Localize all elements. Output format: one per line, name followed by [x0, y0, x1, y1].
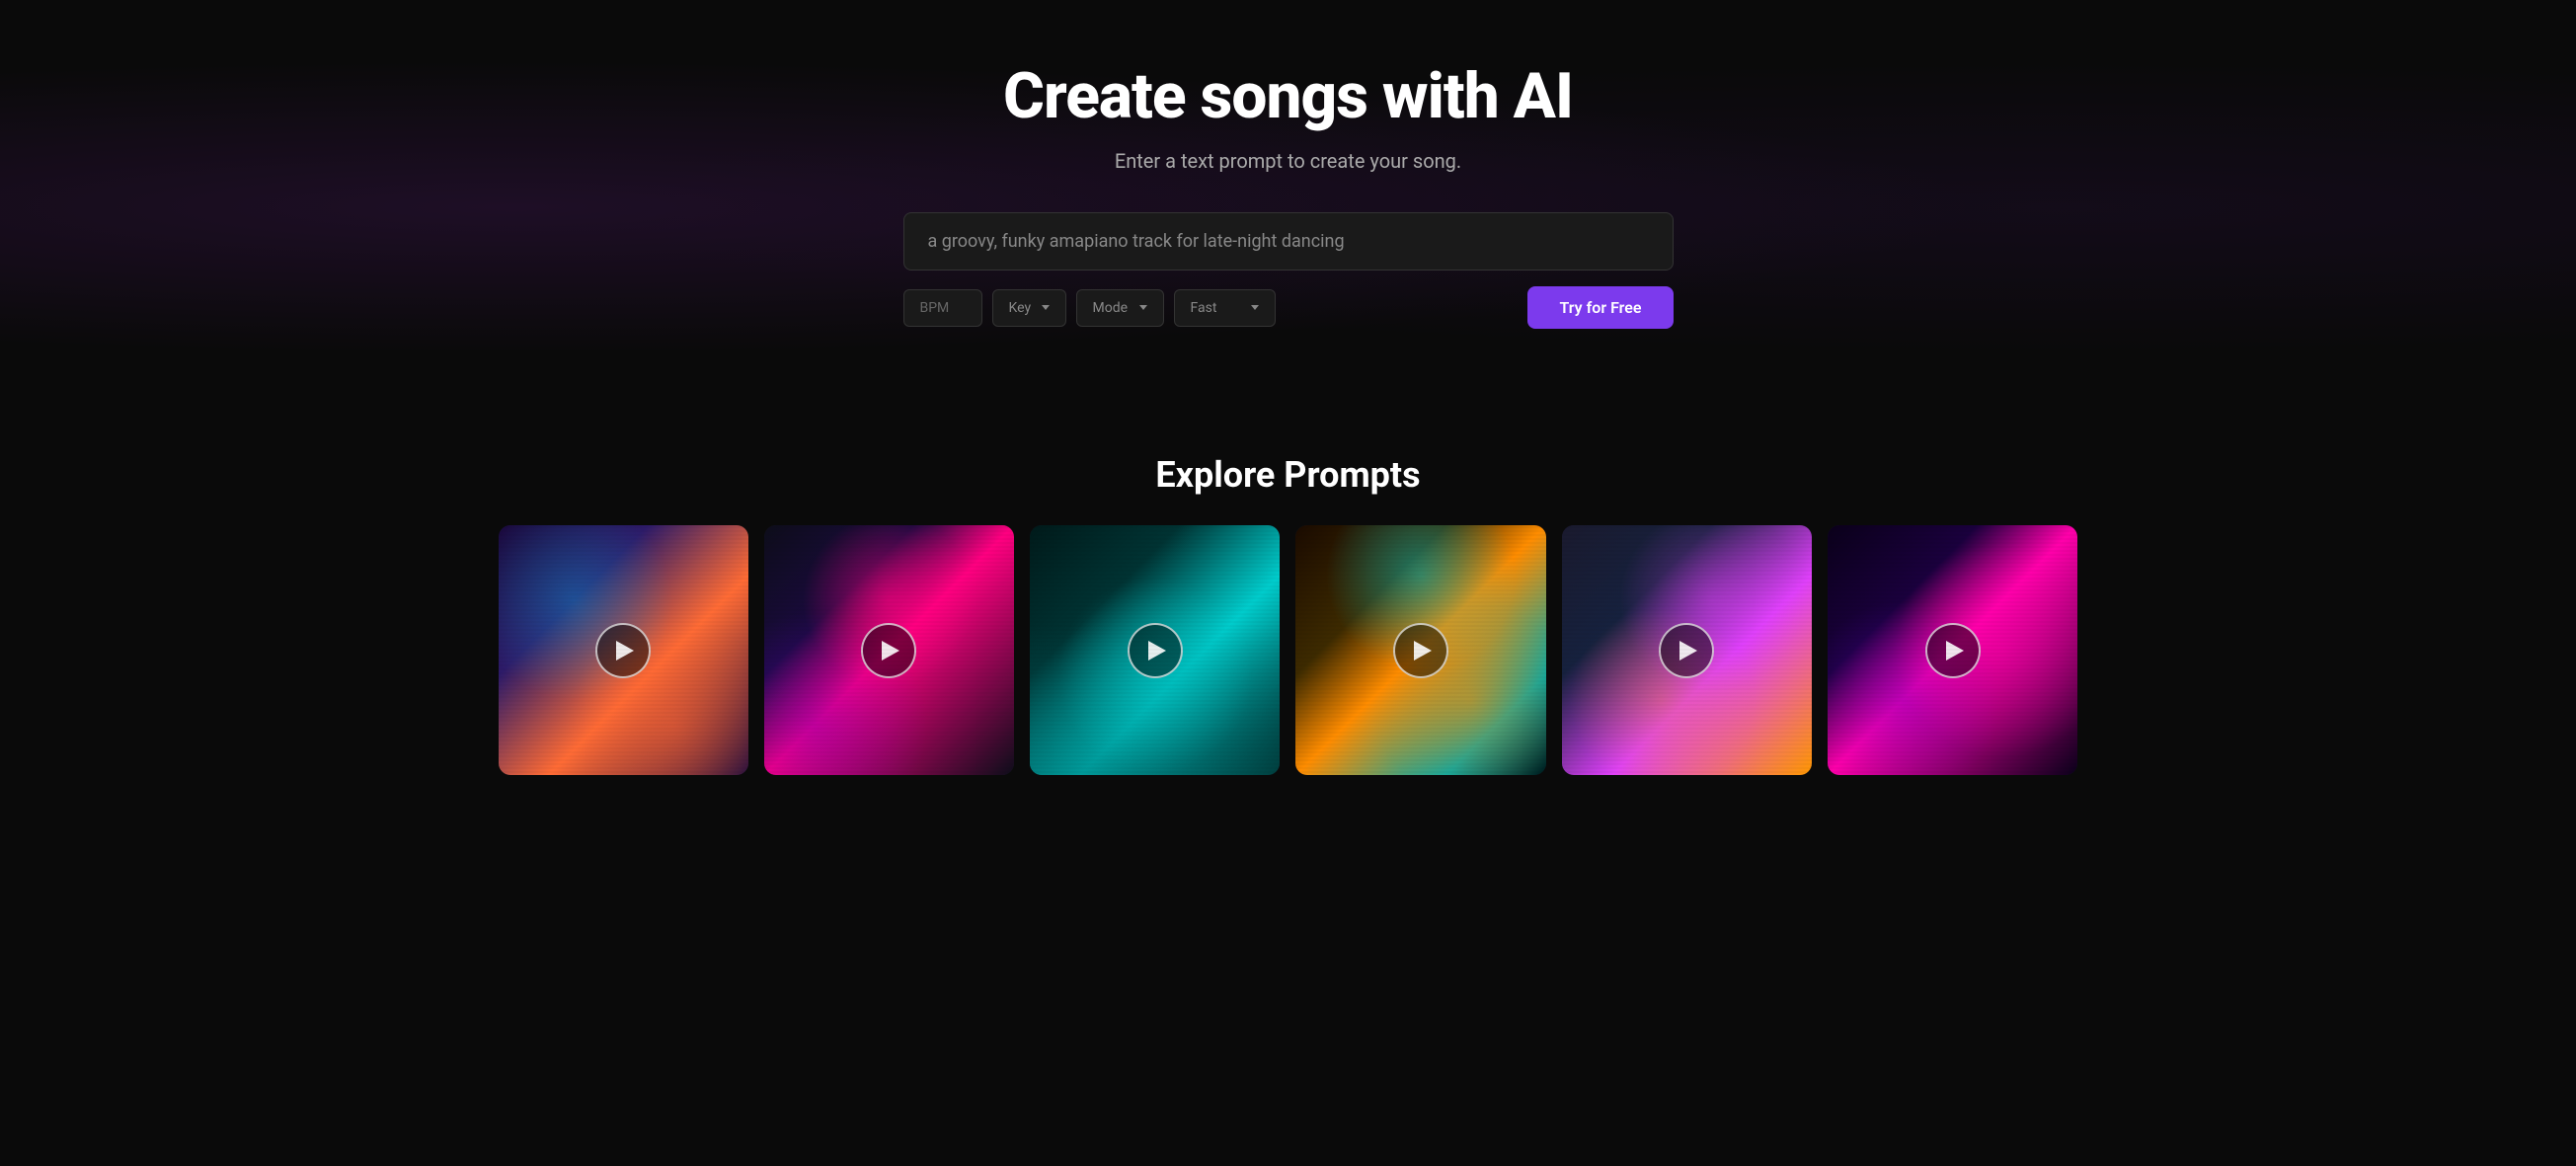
play-button-4[interactable]: [1393, 623, 1448, 678]
bpm-input[interactable]: [903, 289, 982, 327]
search-container: Key C D E F G A B Mode Major Minor: [903, 212, 1674, 329]
explore-title: Explore Prompts: [39, 454, 2537, 496]
play-button-5[interactable]: [1659, 623, 1714, 678]
search-input-wrapper: [903, 212, 1674, 271]
hero-section: Create songs with AI Enter a text prompt…: [0, 0, 2576, 415]
prompt-card-4[interactable]: [1295, 525, 1545, 775]
speed-select-input[interactable]: Fast Slow Medium: [1191, 300, 1241, 316]
mode-chevron-icon: [1139, 305, 1147, 310]
explore-section: Explore Prompts: [0, 415, 2576, 834]
prompt-input[interactable]: [928, 231, 1649, 252]
speed-chevron-icon: [1251, 305, 1259, 310]
play-icon-4: [1414, 641, 1432, 661]
play-icon-1: [616, 641, 634, 661]
play-button-6[interactable]: [1925, 623, 1981, 678]
play-button-1[interactable]: [595, 623, 651, 678]
mode-select-input[interactable]: Mode Major Minor: [1093, 300, 1130, 316]
prompt-card-5[interactable]: [1562, 525, 1812, 775]
key-select-input[interactable]: Key C D E F G A B: [1009, 300, 1032, 316]
speed-select[interactable]: Fast Slow Medium: [1174, 289, 1276, 327]
hero-title: Create songs with AI: [1003, 59, 1573, 133]
prompt-card-3[interactable]: [1030, 525, 1280, 775]
controls-row: Key C D E F G A B Mode Major Minor: [903, 286, 1674, 329]
prompts-grid: [499, 525, 2078, 775]
play-button-3[interactable]: [1128, 623, 1183, 678]
prompt-card-6[interactable]: [1828, 525, 2077, 775]
hero-subtitle: Enter a text prompt to create your song.: [1115, 149, 1461, 173]
play-icon-2: [882, 641, 899, 661]
key-chevron-icon: [1042, 305, 1050, 310]
prompt-card-2[interactable]: [764, 525, 1014, 775]
play-button-2[interactable]: [861, 623, 916, 678]
prompt-card-1[interactable]: [499, 525, 748, 775]
play-icon-5: [1679, 641, 1697, 661]
play-icon-6: [1946, 641, 1964, 661]
key-select[interactable]: Key C D E F G A B: [992, 289, 1066, 327]
play-icon-3: [1148, 641, 1166, 661]
mode-select[interactable]: Mode Major Minor: [1076, 289, 1164, 327]
try-for-free-button[interactable]: Try for Free: [1527, 286, 1673, 329]
